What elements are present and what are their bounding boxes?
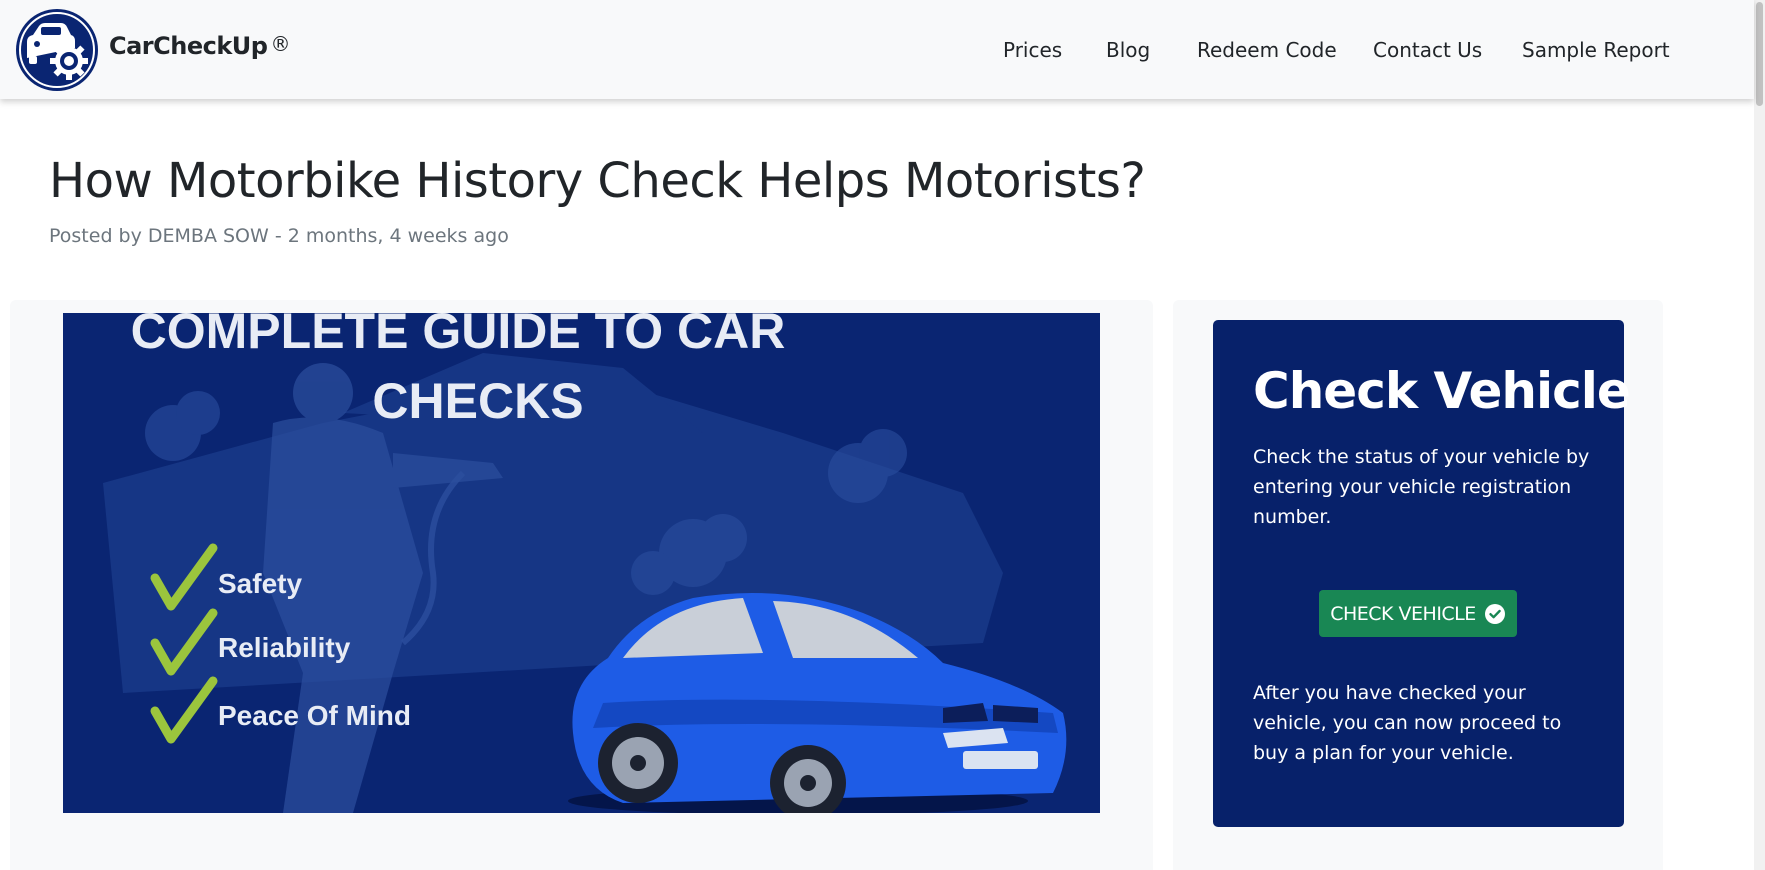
hero-headline-line2: CHECKS (372, 373, 583, 429)
check-vehicle-title: Check Vehicle (1253, 362, 1631, 420)
check-circle-icon (1484, 603, 1505, 624)
check-vehicle-button[interactable]: CHECK VEHICLE (1319, 590, 1517, 637)
check-vehicle-followup-text: After you have checked your vehicle, you… (1253, 682, 1562, 764)
check-vehicle-description: Check the status of your vehicle by ente… (1253, 446, 1590, 528)
scrollbar-thumb[interactable] (1756, 2, 1763, 106)
brand-name[interactable]: CarCheckUp ® (109, 32, 290, 60)
brand[interactable]: CarCheckUp ® (15, 8, 290, 92)
check-vehicle-button-label: CHECK VEHICLE (1330, 602, 1476, 625)
page-title: How Motorbike History Check Helps Motori… (49, 153, 1146, 209)
check-vehicle-panel: Check Vehicle Check the status of your v… (1213, 320, 1631, 827)
checklist-item: Peace Of Mind (218, 700, 411, 731)
hero-illustration: COMPLETE GUIDE TO CAR CHECKS Safety Reli… (63, 313, 1100, 813)
nav-contact-us-link[interactable]: Contact Us (1373, 38, 1482, 62)
nav-redeem-code-link[interactable]: Redeem Code (1197, 38, 1337, 62)
registered-mark: ® (270, 32, 290, 56)
nav-sample-report-link[interactable]: Sample Report (1522, 38, 1670, 62)
brand-name-text: CarCheckUp (109, 32, 268, 60)
car-gear-logo-icon[interactable] (15, 8, 99, 92)
nav-blog-link[interactable]: Blog (1106, 38, 1150, 62)
nav-prices-link[interactable]: Prices (1003, 38, 1062, 62)
sidebar-card: Check Vehicle Check the status of your v… (1173, 300, 1663, 870)
checklist-item: Reliability (218, 632, 351, 663)
hero-headline-line1: COMPLETE GUIDE TO CAR (131, 313, 786, 359)
hero-image: COMPLETE GUIDE TO CAR CHECKS Safety Reli… (63, 313, 1100, 813)
post-meta: Posted by DEMBA SOW - 2 months, 4 weeks … (49, 225, 509, 247)
vertical-scrollbar[interactable] (1754, 0, 1765, 870)
checklist-item: Safety (218, 568, 302, 599)
page: CarCheckUp ® Prices Blog Redeem Code Cont… (0, 0, 1765, 870)
navbar: CarCheckUp ® Prices Blog Redeem Code Cont… (0, 0, 1754, 99)
article-card: COMPLETE GUIDE TO CAR CHECKS Safety Reli… (10, 300, 1153, 870)
